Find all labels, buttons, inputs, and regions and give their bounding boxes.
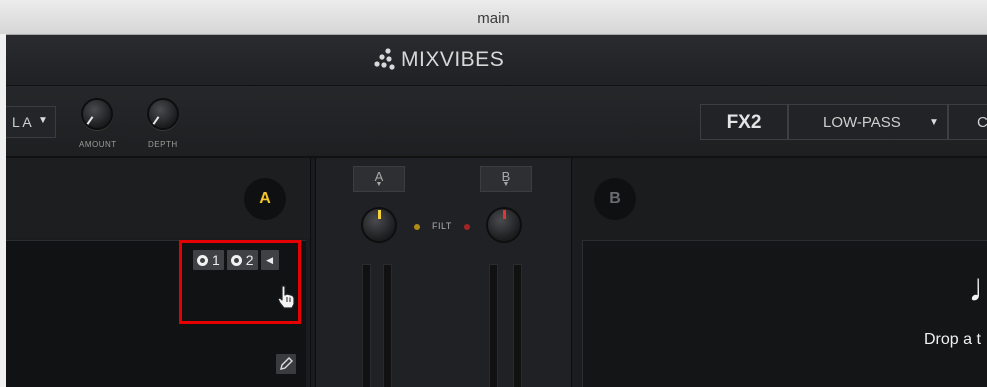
deck-b-badge: B: [594, 178, 636, 220]
amount-knob[interactable]: [81, 98, 113, 130]
deck-a-badge: A: [244, 178, 286, 220]
deck-b: B: [572, 158, 987, 387]
fx-row: L A ▼ AMOUNT DEPTH FX2 LOW-PASS ▼ C: [6, 86, 987, 158]
fx2-unit-button[interactable]: FX2: [700, 104, 788, 140]
effect-label: LOW-PASS: [823, 114, 901, 131]
chevron-down-icon: ▼: [929, 117, 939, 128]
mixvibes-logo-icon: [374, 48, 395, 70]
chevron-down-icon: ▼: [38, 115, 48, 126]
drop-track-hint: Drop a t: [924, 331, 981, 348]
deck-a-letter: A: [259, 190, 271, 207]
mixvibes-logo: MIXVIBES: [371, 47, 504, 73]
pencil-icon: [280, 357, 293, 370]
deck-b-drop-zone[interactable]: [582, 240, 987, 387]
channel-a-assign-button[interactable]: A ▼: [353, 166, 405, 192]
fx-left-selector[interactable]: L A ▼: [6, 106, 56, 138]
knob-indicator: [152, 116, 160, 125]
knob-indicator: [378, 210, 381, 219]
depth-knob[interactable]: [147, 98, 179, 130]
effect-selector[interactable]: LOW-PASS ▼: [788, 104, 948, 140]
amount-label: AMOUNT: [79, 140, 117, 149]
channel-b-assign-button[interactable]: B ▼: [480, 166, 532, 192]
filter-led-b: [464, 224, 470, 230]
mixer-panel: A ▼ B ▼ FILT: [315, 158, 572, 387]
fx2-label: FX2: [726, 112, 762, 133]
edit-button[interactable]: [276, 354, 296, 374]
fx-left-selector-label: L A: [12, 114, 32, 130]
music-note-icon: ♩: [968, 268, 987, 308]
channel-b-meter-right: [513, 264, 522, 387]
filter-label: FILT: [432, 221, 452, 231]
filter-led-a: [414, 224, 420, 230]
brand-name: MIXVIBES: [401, 48, 505, 71]
chevron-down-icon: ▼: [502, 181, 510, 188]
knob-indicator: [503, 210, 506, 219]
fx-next-label: C: [977, 114, 987, 131]
highlight-box: [179, 240, 301, 324]
depth-label: DEPTH: [148, 140, 178, 149]
chevron-down-icon: ▼: [375, 181, 383, 188]
deck-b-letter: B: [609, 190, 621, 207]
mixvibes-app: main MIXVIBES L A ▼ AMOUNT DEPTH FX2 LOW…: [0, 0, 987, 387]
filter-knob-b[interactable]: [486, 207, 522, 243]
window-titlebar[interactable]: main: [0, 0, 987, 35]
channel-b-meter-left: [489, 264, 498, 387]
window-title: main: [477, 10, 510, 27]
brand-bar: MIXVIBES: [6, 35, 987, 86]
filter-knob-a[interactable]: [361, 207, 397, 243]
fx-next-selector[interactable]: C: [948, 104, 987, 140]
channel-a-meter-right: [383, 264, 392, 387]
knob-indicator: [86, 116, 94, 125]
channel-a-meter-left: [362, 264, 371, 387]
